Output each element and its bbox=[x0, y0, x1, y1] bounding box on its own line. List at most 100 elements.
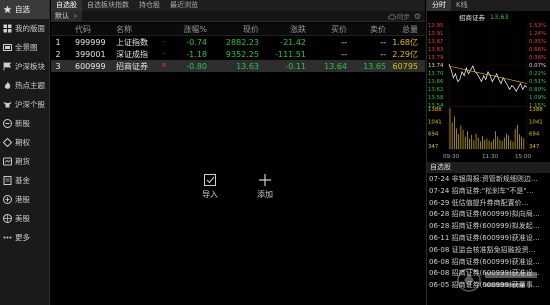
news-item[interactable]: 06-29 低估值提升券商配置价… bbox=[427, 198, 550, 210]
bull-icon bbox=[3, 100, 12, 109]
news-item[interactable]: 06-11 招商证券(600999)获准设… bbox=[427, 233, 550, 245]
sidebar-item-options[interactable]: 期权 bbox=[0, 133, 49, 152]
row-flag: · bbox=[163, 39, 165, 45]
sync-button[interactable]: 同步 bbox=[388, 11, 410, 21]
row-index: 1 bbox=[55, 37, 61, 47]
add-label: 添加 bbox=[257, 190, 273, 199]
sidebar-item-more[interactable]: 更多 bbox=[0, 228, 49, 247]
gear-icon[interactable]: ⚙ bbox=[414, 12, 421, 21]
tab-watchlist[interactable]: 自选股 bbox=[51, 0, 82, 11]
y-right-tick-label: 0.95% bbox=[529, 39, 546, 45]
sub-tab-bar: 默认 × 同步 ⚙ bbox=[51, 10, 425, 22]
sidebar-item-label: 新股 bbox=[15, 119, 30, 128]
news-item[interactable]: 06-05 招商证券(600999)获董事… bbox=[427, 280, 550, 292]
col-pct[interactable]: 涨幅% bbox=[171, 24, 207, 35]
col-bid[interactable]: 买价 bbox=[306, 24, 347, 35]
volume-tick-label: 347 bbox=[428, 144, 438, 150]
close-icon[interactable]: × bbox=[73, 11, 78, 22]
y-right-tick-label: 0.22% bbox=[529, 71, 546, 77]
row-pct: -0.80 bbox=[186, 61, 207, 71]
news-title: 自选股 bbox=[427, 162, 550, 173]
sidebar-item-label: 全景图 bbox=[15, 43, 38, 52]
star-icon bbox=[3, 5, 12, 14]
tab-watchlist-sector-index[interactable]: 自选板块指数 bbox=[82, 0, 134, 11]
volume-right-tick-label: 1041 bbox=[529, 119, 543, 125]
news-item[interactable]: 06-08 招商证券(600999)获准设… bbox=[427, 257, 550, 269]
y-tick-label: 13.62 bbox=[428, 87, 443, 93]
table-row[interactable]: 3 600999 招商证券 R -0.80 13.63 -0.11 13.64 … bbox=[51, 60, 425, 72]
sidebar-item-hk[interactable]: 港股 bbox=[0, 190, 49, 209]
sync-label: 同步 bbox=[396, 13, 410, 21]
table-row[interactable]: 1 999999 上证指数 · -0.74 2882.23 -21.42 -- … bbox=[51, 36, 425, 48]
sidebar-item-us[interactable]: 美股 bbox=[0, 209, 49, 228]
col-price[interactable]: 现价 bbox=[207, 24, 259, 35]
col-ask[interactable]: 卖价 bbox=[347, 24, 386, 35]
import-button[interactable]: 导入 bbox=[195, 171, 225, 200]
chart-tabs: 分时 K线 bbox=[427, 0, 550, 11]
row-ask: 13.65 bbox=[363, 61, 386, 71]
y-tick-label: 13.70 bbox=[428, 71, 444, 77]
volume-right-tick-label: 347 bbox=[529, 144, 539, 150]
row-ask: -- bbox=[380, 49, 386, 59]
flame-icon bbox=[3, 81, 12, 90]
sidebar-item-label: 热点主题 bbox=[15, 81, 45, 90]
y-right-tick-label: 0.36% bbox=[529, 55, 546, 61]
import-icon bbox=[195, 171, 225, 189]
news-item[interactable]: 07-24 非银周报:资管新规细则边… bbox=[427, 174, 550, 186]
col-code[interactable]: 代码 bbox=[65, 24, 112, 35]
add-button[interactable]: 添加 bbox=[250, 171, 280, 200]
y-right-tick-label: 1.09% bbox=[529, 95, 546, 101]
sidebar-item-fund[interactable]: 基金 bbox=[0, 171, 49, 190]
row-bid: -- bbox=[341, 49, 347, 59]
intraday-chart[interactable]: 13.95 1.53% 13.91 1.24% 13.87 0.95% 13.83 0.66%… bbox=[427, 22, 550, 163]
sidebar-item-flame[interactable]: 热点主题 bbox=[0, 76, 49, 95]
stock-price: 13.63 bbox=[490, 12, 509, 21]
y-tick-label: 13.66 bbox=[428, 79, 444, 85]
new-icon bbox=[3, 119, 12, 128]
row-change: -0.11 bbox=[285, 61, 306, 71]
top-tab-bar: 自选股 自选板块指数 持仓股 最近浏览 bbox=[51, 0, 425, 11]
sidebar-item-new[interactable]: 新股 bbox=[0, 114, 49, 133]
news-item[interactable]: 06-28 招商证券(600999)拟向局… bbox=[427, 209, 550, 221]
row-code: 600999 bbox=[75, 61, 106, 71]
news-item[interactable]: 06-28 招商证券(600999)拟发起… bbox=[427, 221, 550, 233]
y-right-tick-label: 0.07% bbox=[529, 63, 546, 69]
chart-header: 招商证券 13.63 bbox=[427, 11, 550, 22]
row-change: -21.42 bbox=[280, 37, 306, 47]
y-tick-label: 13.83 bbox=[428, 47, 443, 53]
volume-right-tick-label: 694 bbox=[529, 132, 540, 138]
col-volume[interactable]: 总量 bbox=[386, 24, 420, 35]
sidebar-item-bull[interactable]: 沪深个股 bbox=[0, 95, 49, 114]
sidebar-item-star[interactable]: 自选 bbox=[0, 0, 49, 19]
tab-recent[interactable]: 最近浏览 bbox=[165, 0, 203, 11]
table-row[interactable]: 2 399001 深证成指 · -1.18 9352.25 -111.51 --… bbox=[51, 48, 425, 60]
tab-holdings[interactable]: 持仓股 bbox=[134, 0, 165, 11]
panorama-icon bbox=[3, 43, 12, 52]
news-item[interactable]: 07-24 招商证券:"松刹车"不是"… bbox=[427, 186, 550, 198]
sidebar-item-grid[interactable]: 我的版面 bbox=[0, 19, 49, 38]
tab-default-label: 默认 bbox=[55, 11, 69, 20]
import-label: 导入 bbox=[202, 190, 218, 199]
sidebar-item-label: 港股 bbox=[15, 195, 30, 204]
sidebar-item-label: 自选 bbox=[15, 5, 30, 14]
news-item[interactable]: 06-08 招商证券(600999)获准设… bbox=[427, 268, 550, 280]
col-name[interactable]: 名称 bbox=[112, 24, 157, 35]
tab-default-group[interactable]: 默认 × bbox=[51, 10, 83, 22]
row-name: 上证指数 bbox=[116, 37, 148, 47]
row-price: 2882.23 bbox=[225, 37, 259, 47]
sidebar-item-panorama[interactable]: 全景图 bbox=[0, 38, 49, 57]
row-bid: -- bbox=[341, 37, 347, 47]
y-right-tick-label: 0.66% bbox=[529, 47, 546, 53]
tab-intraday[interactable]: 分时 bbox=[427, 0, 451, 11]
sidebar-item-futures[interactable]: 期货 bbox=[0, 152, 49, 171]
news-item[interactable]: 06-08 证监会核准豁免招融投资… bbox=[427, 245, 550, 257]
sidebar-item-flag[interactable]: 沪深板块 bbox=[0, 57, 49, 76]
y-tick-label: 13.87 bbox=[428, 39, 443, 45]
row-bid: 13.64 bbox=[324, 61, 347, 71]
volume-tick-label: 1041 bbox=[428, 119, 442, 125]
volume-right-tick-label: 1388 bbox=[529, 107, 543, 113]
row-name: 招商证券 bbox=[116, 61, 148, 71]
sidebar-item-label: 基金 bbox=[15, 176, 30, 185]
col-change[interactable]: 涨跌 bbox=[259, 24, 306, 35]
tab-kline[interactable]: K线 bbox=[451, 0, 473, 11]
